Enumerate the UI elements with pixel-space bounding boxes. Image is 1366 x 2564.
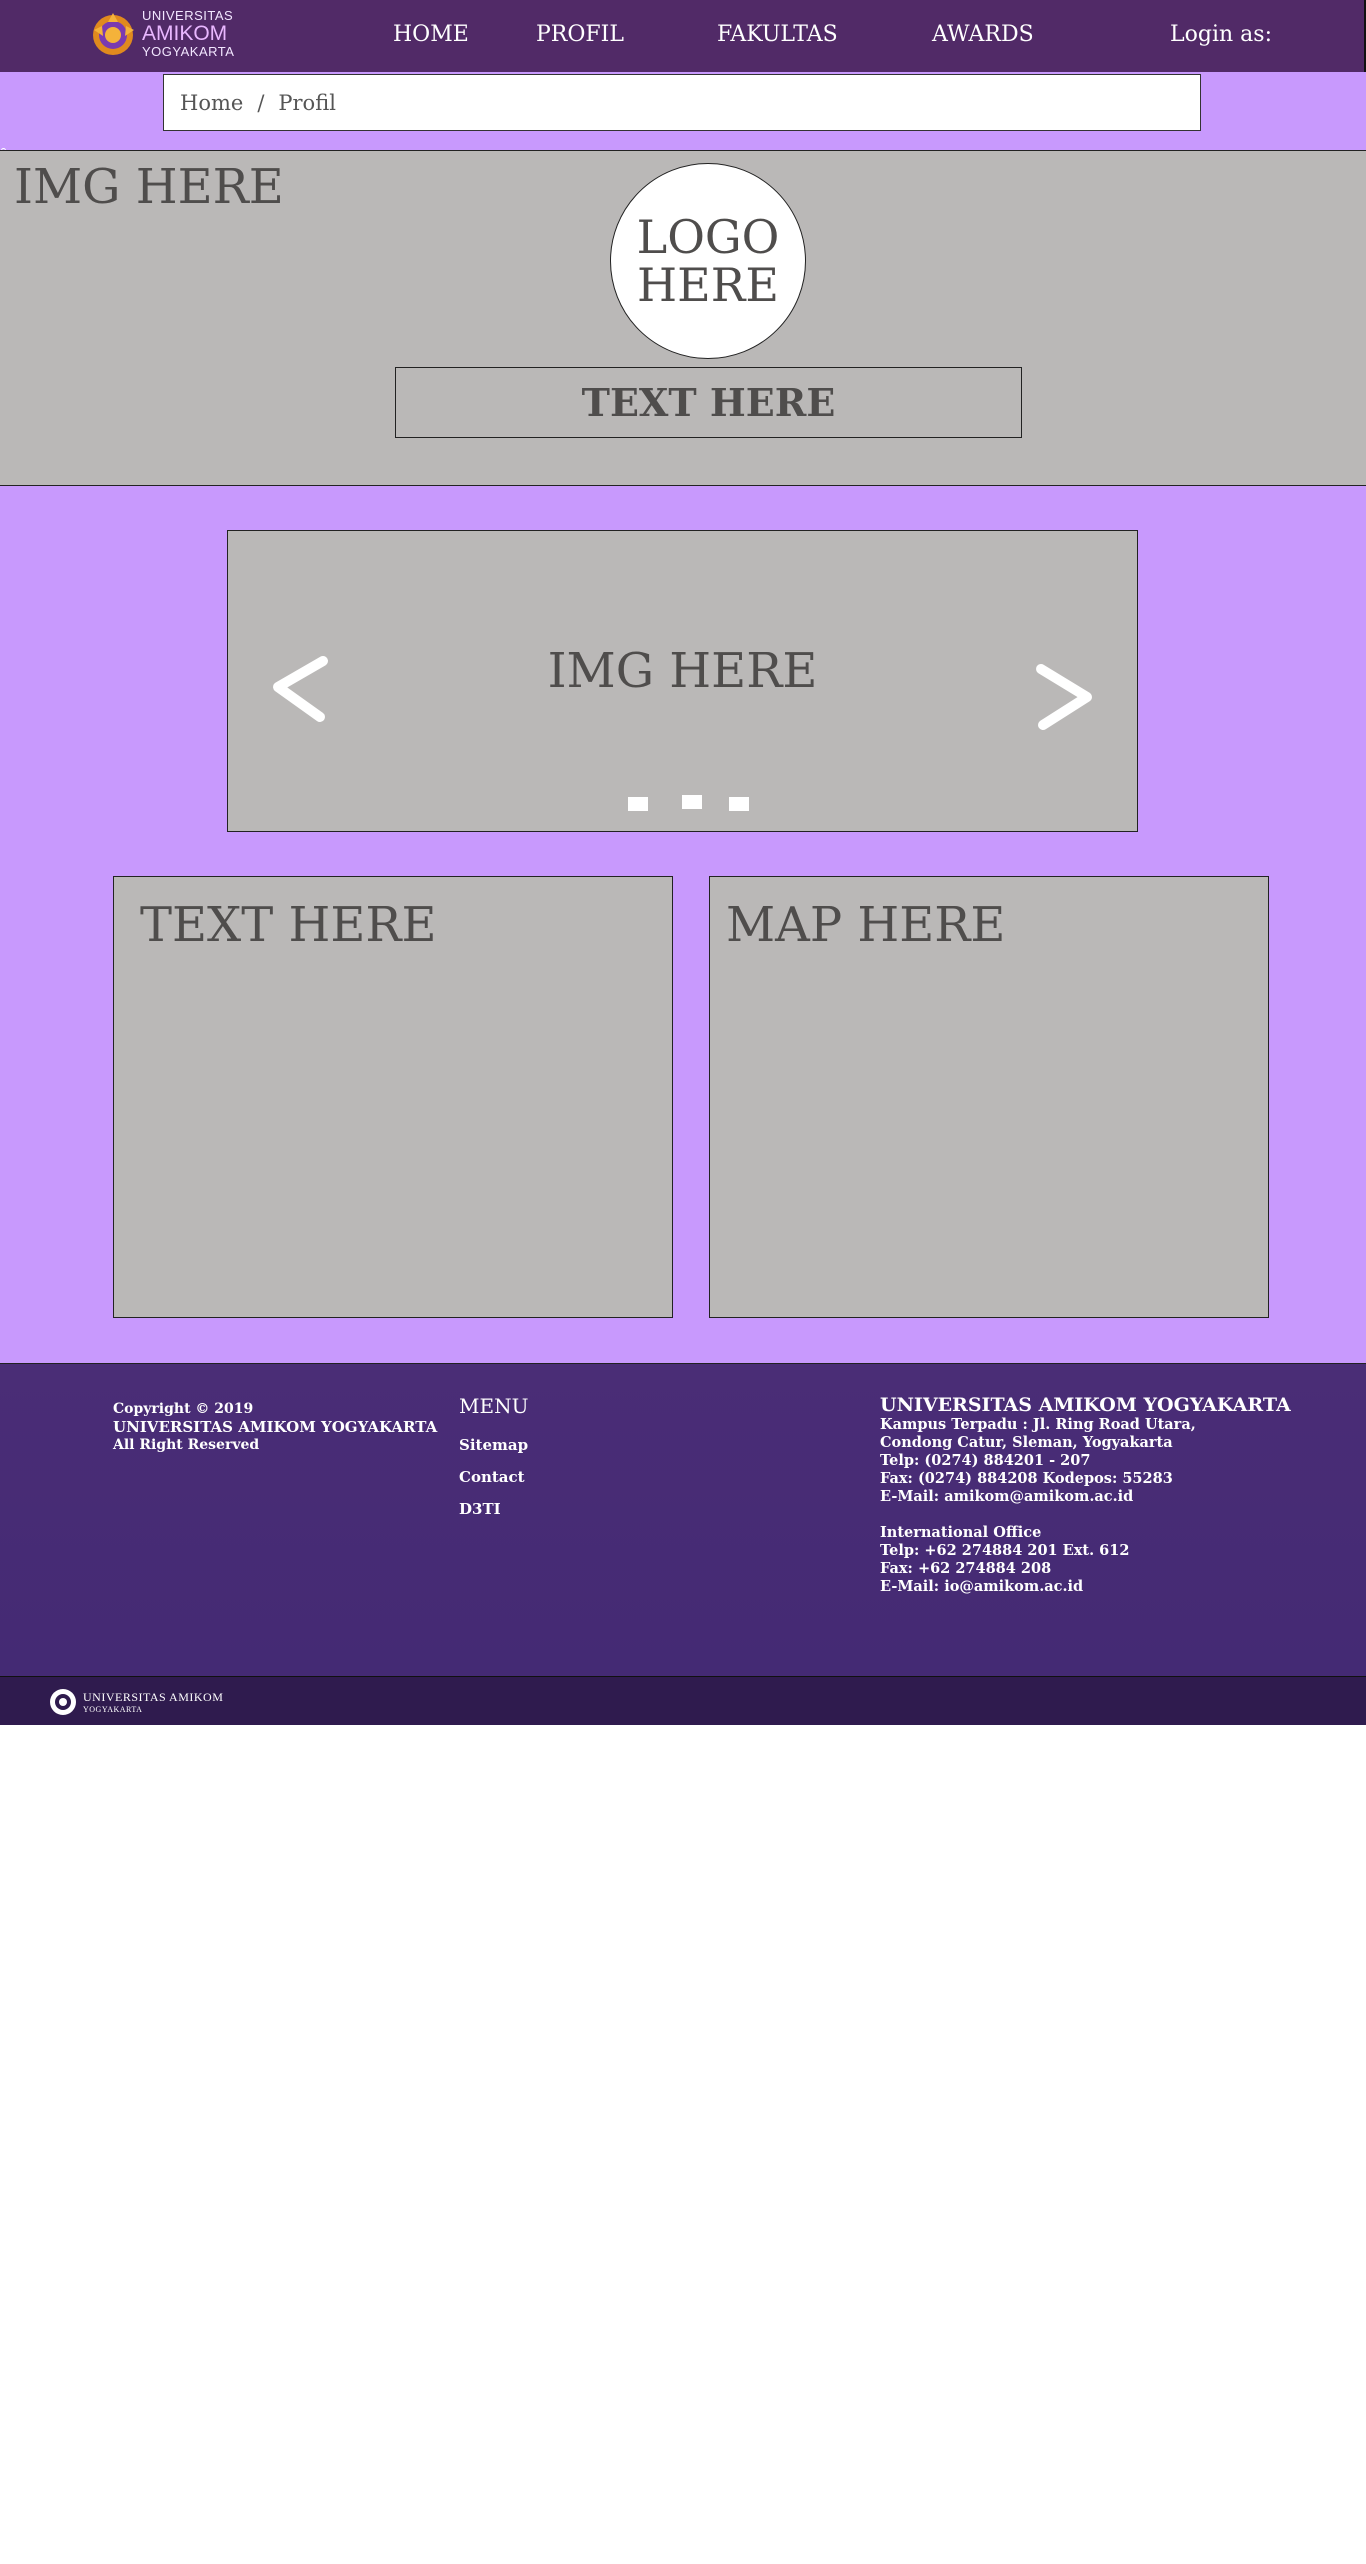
chevron-left-icon[interactable] (268, 649, 338, 729)
carousel-indicator-1[interactable] (628, 797, 648, 811)
amikom-logo-small-icon (50, 1689, 76, 1715)
nav-home[interactable]: HOME (393, 22, 469, 47)
footer-menu-title: MENU (459, 1394, 529, 1418)
logo-text: UNIVERSITAS AMIKOM YOGYAKARTA (142, 9, 234, 58)
footer-intl-telp: Telp: +62 274884 201 Ext. 612 (880, 1542, 1130, 1559)
login-as[interactable]: Login as: (1170, 22, 1272, 47)
footer-intl-fax: Fax: +62 274884 208 (880, 1560, 1052, 1577)
bottom-bar: UNIVERSITAS AMIKOM YOGYAKARTA (0, 1676, 1366, 1725)
footer-address-2: Condong Catur, Sleman, Yogyakarta (880, 1434, 1173, 1451)
footer-fax: Fax: (0274) 884208 Kodepos: 55283 (880, 1470, 1173, 1487)
footer-contact-title: UNIVERSITAS AMIKOM YOGYAKARTA (880, 1394, 1291, 1416)
footer-address-1: Kampus Terpadu : Jl. Ring Road Utara, (880, 1416, 1196, 1433)
logo-line-2: AMIKOM (142, 21, 228, 45)
hero-text-placeholder: TEXT HERE (395, 367, 1022, 438)
footer-link-d3ti[interactable]: D3TI (459, 1500, 528, 1518)
footer-menu: MENU Sitemap Contact D3TI (459, 1394, 528, 1532)
carousel-image-placeholder: IMG HERE (547, 643, 818, 699)
footer-telp: Telp: (0274) 884201 - 207 (880, 1452, 1091, 1469)
nav-fakultas[interactable]: FAKULTAS (717, 22, 838, 47)
hero-logo-placeholder: LOGO HERE (610, 163, 806, 359)
hero-logo-line-1: LOGO (636, 209, 780, 264)
image-carousel: IMG HERE (227, 530, 1138, 832)
footer-copyright: Copyright © 2019 UNIVERSITAS AMIKOM YOGY… (113, 1400, 437, 1454)
copyright-text: Copyright © 2019 (113, 1401, 254, 1417)
hero-logo-line-2: HERE (637, 258, 779, 312)
logo-line-3: YOGYAKARTA (142, 44, 235, 60)
breadcrumb: Home / Profil (163, 74, 1201, 131)
footer-intl-title: International Office (880, 1524, 1042, 1541)
footer-contact: UNIVERSITAS AMIKOM YOGYAKARTA Kampus Ter… (880, 1396, 1291, 1596)
breadcrumb-separator: / (257, 90, 265, 115)
footer-link-contact[interactable]: Contact (459, 1468, 528, 1486)
nav-profil[interactable]: PROFIL (536, 22, 624, 47)
bottom-logo-line-1: UNIVERSITAS AMIKOM (83, 1690, 224, 1704)
top-navbar: UNIVERSITAS AMIKOM YOGYAKARTA HOME PROFI… (0, 0, 1366, 72)
chevron-right-icon[interactable] (1029, 659, 1099, 739)
hero-banner: IMG HERE LOGO HERE TEXT HERE (0, 150, 1366, 486)
carousel-indicator-3[interactable] (729, 797, 749, 811)
carousel-indicator-2[interactable] (682, 795, 702, 809)
footer-spacer (880, 1506, 1291, 1524)
nav-awards[interactable]: AWARDS (932, 22, 1034, 47)
breadcrumb-current: Profil (278, 90, 336, 115)
main-content: IMG HERE TEXT HERE MAP HERE (0, 486, 1366, 1363)
footer-link-sitemap[interactable]: Sitemap (459, 1436, 528, 1454)
bottom-logo-line-2: YOGYAKARTA (83, 1705, 143, 1714)
map-placeholder: MAP HERE (726, 897, 1006, 953)
bottom-bar-logo[interactable]: UNIVERSITAS AMIKOM YOGYAKARTA (48, 1687, 223, 1717)
amikom-logo-icon (93, 13, 134, 55)
site-footer: Copyright © 2019 UNIVERSITAS AMIKOM YOGY… (0, 1363, 1366, 1676)
map-panel[interactable]: MAP HERE (709, 876, 1269, 1318)
copyright-rights: All Right Reserved (113, 1437, 260, 1453)
footer-email: E-Mail: amikom@amikom.ac.id (880, 1488, 1134, 1505)
university-logo[interactable]: UNIVERSITAS AMIKOM YOGYAKARTA (90, 8, 234, 60)
breadcrumb-home[interactable]: Home (180, 91, 243, 115)
copyright-org: UNIVERSITAS AMIKOM YOGYAKARTA (113, 1418, 438, 1436)
footer-intl-email: E-Mail: io@amikom.ac.id (880, 1578, 1084, 1595)
text-panel-placeholder: TEXT HERE (140, 897, 437, 953)
hero-image-placeholder: IMG HERE (14, 159, 284, 215)
text-panel: TEXT HERE (113, 876, 673, 1318)
logo-line-1: UNIVERSITAS (142, 8, 234, 24)
